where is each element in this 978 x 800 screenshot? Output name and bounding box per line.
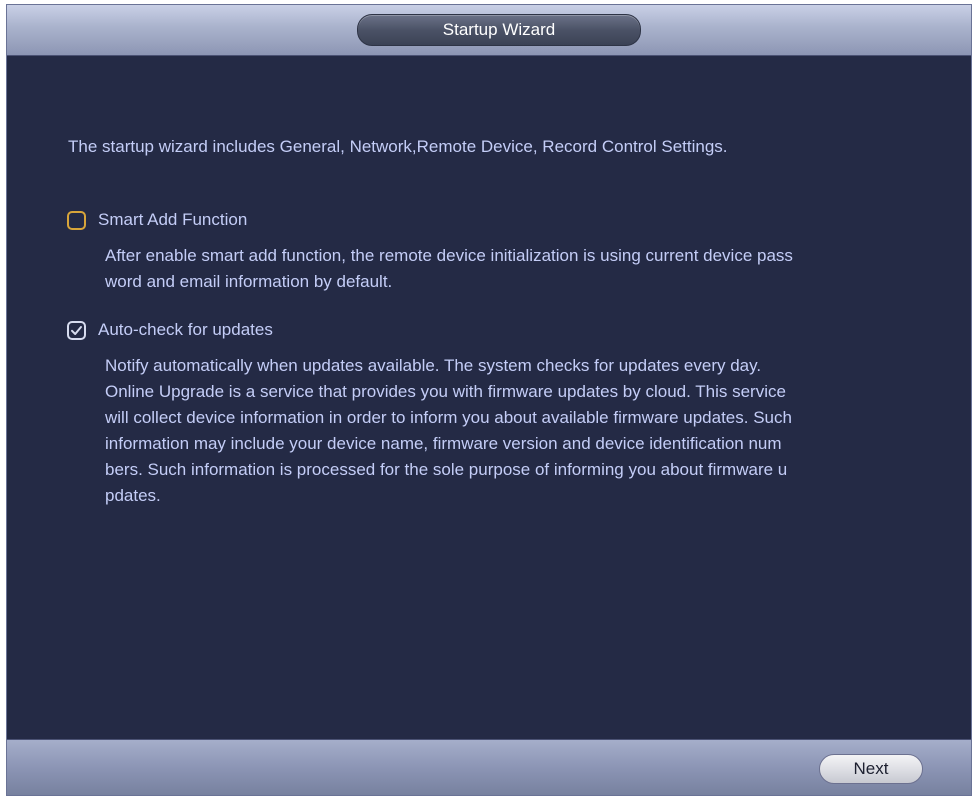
description-line: bers. Such information is processed for … — [105, 460, 788, 479]
description-line: Online Upgrade is a service that provide… — [105, 382, 786, 401]
title-bar: Startup Wizard — [7, 5, 971, 56]
next-button[interactable]: Next — [819, 754, 923, 784]
smart-add-label: Smart Add Function — [98, 210, 248, 229]
description-line: pdates. — [105, 486, 161, 505]
auto-check-label: Auto-check for updates — [98, 320, 273, 339]
smart-add-description: After enable smart add function, the rem… — [105, 243, 965, 295]
auto-check-option[interactable]: Auto-check for updates — [67, 320, 273, 340]
footer-bar: Next — [7, 739, 971, 795]
auto-check-description: Notify automatically when updates availa… — [105, 353, 965, 509]
smart-add-checkbox[interactable] — [67, 210, 86, 230]
description-line: will collect device information in order… — [105, 408, 792, 427]
description-line: information may include your device name… — [105, 434, 782, 453]
startup-wizard-window: Startup Wizard The startup wizard includ… — [6, 4, 972, 796]
window-title: Startup Wizard — [357, 14, 641, 46]
wizard-content: The startup wizard includes General, Net… — [7, 56, 971, 742]
auto-check-checkbox[interactable] — [67, 320, 86, 340]
description-line: After enable smart add function, the rem… — [105, 246, 793, 265]
intro-text: The startup wizard includes General, Net… — [68, 137, 728, 156]
checkmark-icon — [71, 325, 82, 335]
description-line: Notify automatically when updates availa… — [105, 356, 762, 375]
smart-add-option[interactable]: Smart Add Function — [67, 210, 247, 230]
description-line: word and email information by default. — [105, 272, 393, 291]
